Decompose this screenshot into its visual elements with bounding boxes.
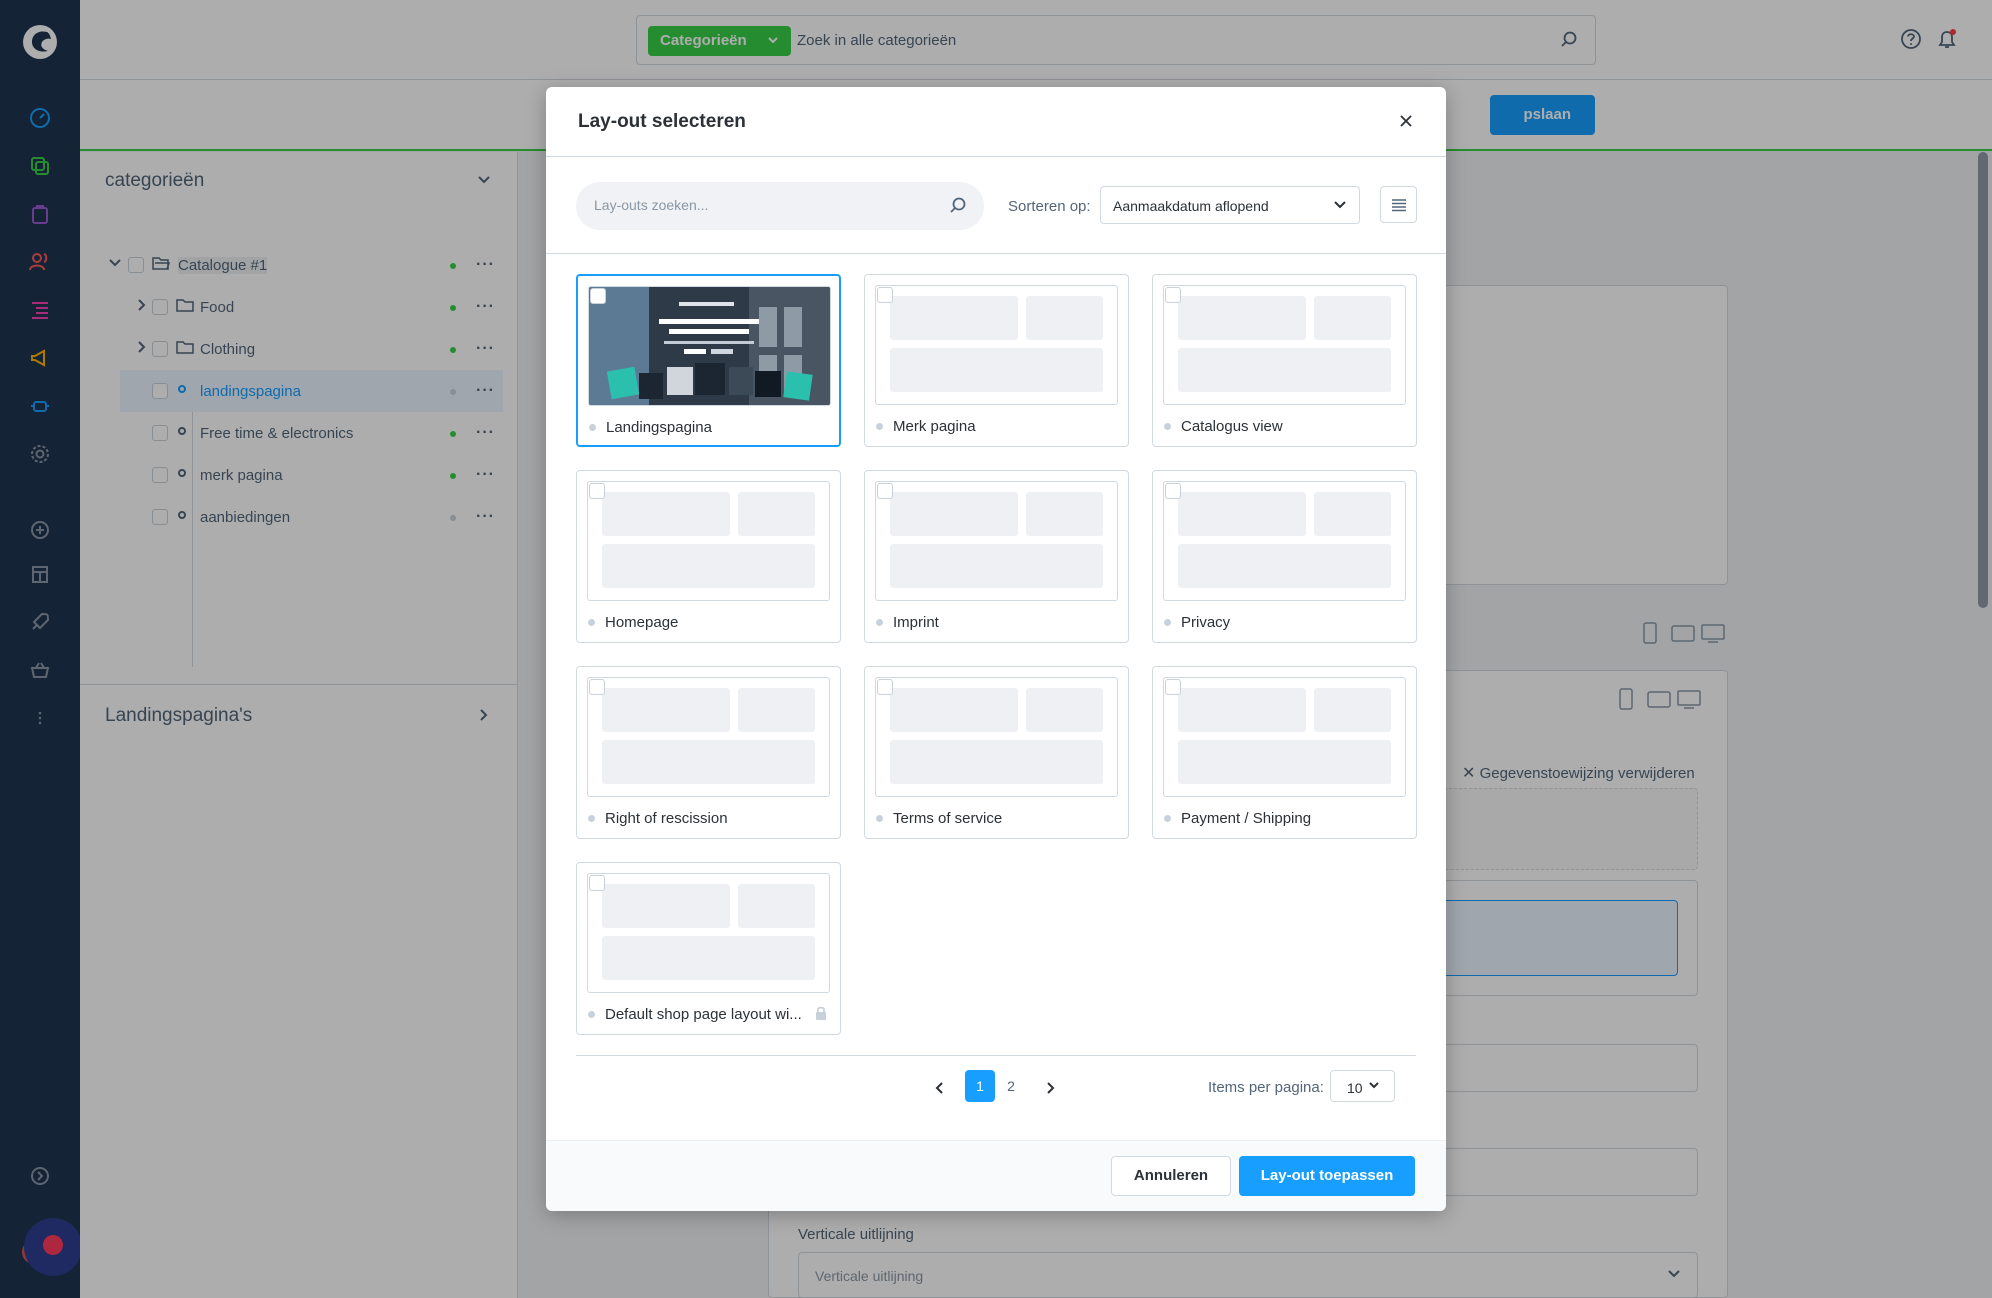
layout-card-name: Catalogus view (1181, 418, 1283, 435)
layout-card-checkbox[interactable] (590, 288, 606, 304)
chevron-down-icon (1368, 1079, 1380, 1098)
modal-toolbar: Lay-outs zoeken... Sorteren op: Aanmaakd… (546, 157, 1446, 254)
sort-label: Sorteren op: (1008, 198, 1091, 215)
layout-card-name: Merk pagina (893, 418, 976, 435)
layout-preview-placeholder (1163, 677, 1406, 797)
apply-layout-button[interactable]: Lay-out toepassen (1239, 1156, 1415, 1196)
layout-card-checkbox[interactable] (1165, 483, 1181, 499)
modal-title: Lay-out selecteren (578, 111, 746, 132)
status-dot (1164, 423, 1171, 430)
list-view-toggle[interactable] (1380, 186, 1417, 223)
layout-card-name: Right of rescission (605, 810, 728, 827)
layout-card-name: Landingspagina (606, 419, 712, 436)
layout-card[interactable]: Catalogus view (1152, 274, 1417, 447)
items-per-page-value: 10 (1347, 1080, 1363, 1096)
layout-card[interactable]: Privacy (1152, 470, 1417, 643)
layout-card[interactable]: Payment / Shipping (1152, 666, 1417, 839)
items-per-page-label: Items per pagina: (1208, 1079, 1324, 1096)
landing-preview-icon (589, 287, 830, 405)
layout-preview-placeholder (875, 481, 1118, 601)
layout-search-input[interactable]: Lay-outs zoeken... (576, 182, 984, 230)
layout-preview-placeholder (1163, 481, 1406, 601)
layout-card-name: Privacy (1181, 614, 1231, 631)
layout-card[interactable]: Imprint (864, 470, 1129, 643)
layout-card-checkbox[interactable] (589, 679, 605, 695)
lock-icon (814, 1005, 828, 1026)
layout-card-checkbox[interactable] (1165, 679, 1181, 695)
layout-preview-placeholder (587, 873, 830, 993)
items-per-page-select[interactable]: 10 (1330, 1070, 1395, 1102)
layout-select-modal: Lay-out selecteren Lay-outs zoeken... So… (546, 87, 1446, 1211)
layout-preview-placeholder (587, 481, 830, 601)
layout-card[interactable]: Right of rescission (576, 666, 841, 839)
modal-header: Lay-out selecteren (546, 87, 1446, 157)
status-dot (589, 424, 596, 431)
layout-card-name: Terms of service (893, 810, 1003, 827)
layout-card[interactable]: Homepage (576, 470, 841, 643)
modal-footer: Annuleren Lay-out toepassen (546, 1140, 1446, 1211)
layout-card-checkbox[interactable] (589, 483, 605, 499)
status-dot (876, 619, 883, 626)
layout-preview-placeholder (875, 285, 1118, 405)
status-dot (588, 619, 595, 626)
layout-card[interactable]: Merk pagina (864, 274, 1129, 447)
layout-preview-placeholder (875, 677, 1118, 797)
sort-value: Aanmaakdatum aflopend (1113, 198, 1269, 214)
status-dot (1164, 815, 1171, 822)
close-icon[interactable] (1398, 113, 1414, 134)
layout-preview-placeholder (1163, 285, 1406, 405)
layout-card-checkbox[interactable] (877, 287, 893, 303)
status-dot (1164, 619, 1171, 626)
sort-select[interactable]: Aanmaakdatum aflopend (1100, 186, 1360, 224)
page-button-2[interactable]: 2 (996, 1070, 1026, 1102)
status-dot (876, 815, 883, 822)
chevron-left-icon[interactable] (934, 1081, 946, 1100)
layout-preview-image (588, 286, 831, 406)
layout-search-placeholder: Lay-outs zoeken... (594, 197, 709, 213)
list-icon (1391, 198, 1406, 211)
status-dot (588, 815, 595, 822)
layout-card-checkbox[interactable] (877, 679, 893, 695)
cancel-button[interactable]: Annuleren (1111, 1156, 1231, 1196)
layout-card-checkbox[interactable] (589, 875, 605, 891)
status-dot (876, 423, 883, 430)
chevron-down-icon (1333, 198, 1347, 217)
layout-card-name: Homepage (605, 614, 679, 631)
layout-card-checkbox[interactable] (877, 483, 893, 499)
layout-card[interactable]: Default shop page layout wi... (576, 862, 841, 1035)
layout-card-name: Imprint (893, 614, 939, 631)
search-icon (948, 196, 968, 221)
layout-card[interactable]: Terms of service (864, 666, 1129, 839)
page-button-1[interactable]: 1 (965, 1070, 995, 1102)
layout-card-name: Payment / Shipping (1181, 810, 1312, 827)
chevron-right-icon[interactable] (1044, 1081, 1056, 1100)
layout-card[interactable]: Landingspagina (576, 274, 841, 447)
status-dot (588, 1011, 595, 1018)
layout-preview-placeholder (587, 677, 830, 797)
pagination-divider (576, 1055, 1416, 1056)
layout-card-checkbox[interactable] (1165, 287, 1181, 303)
layout-card-name: Default shop page layout wi... (605, 1006, 802, 1023)
